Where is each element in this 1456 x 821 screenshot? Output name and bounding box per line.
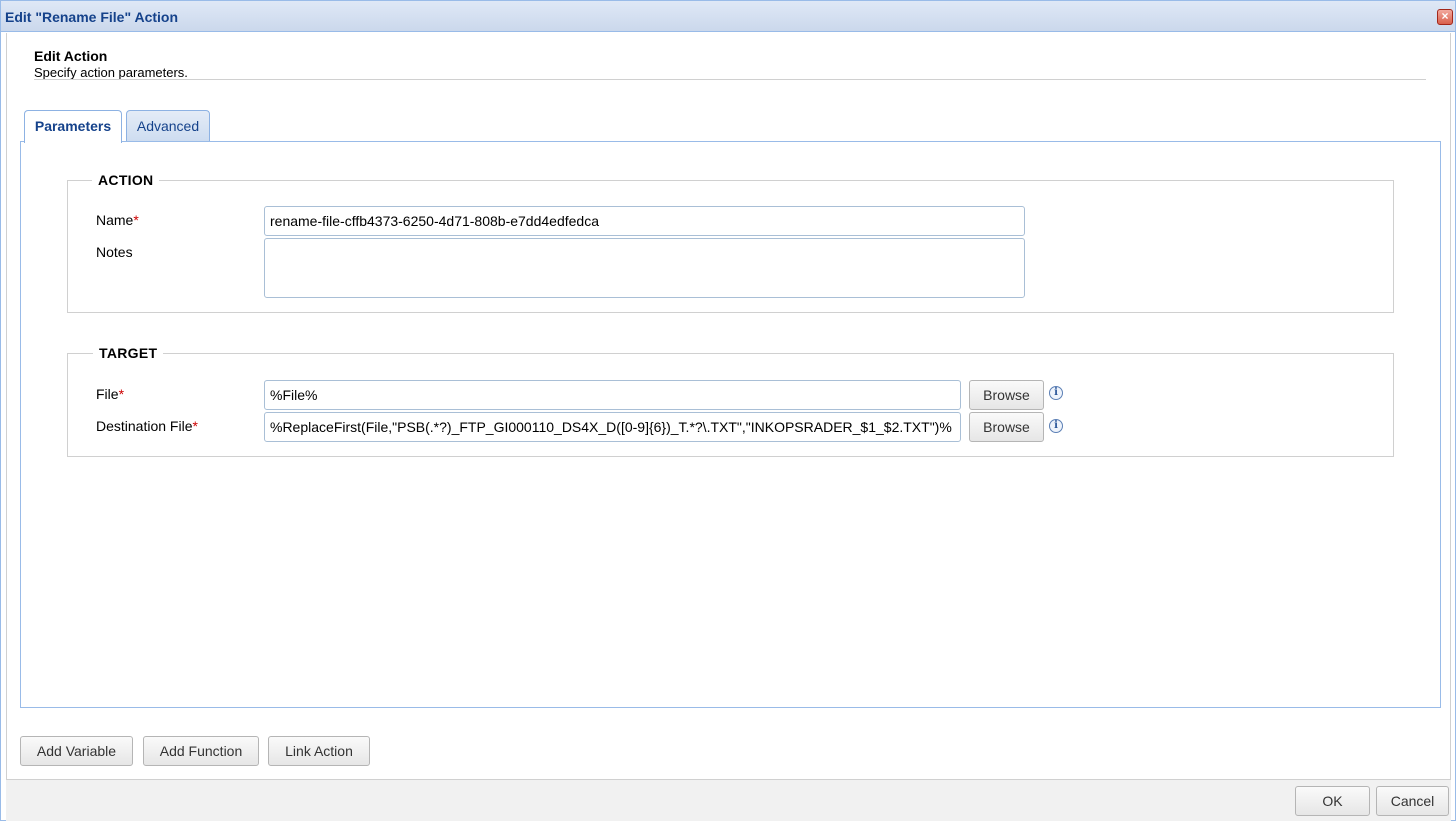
required-marker: * <box>118 386 125 402</box>
dialog-footer <box>6 779 1451 821</box>
name-label-text: Name <box>96 212 134 228</box>
notes-label: Notes <box>96 244 133 260</box>
add-function-button[interactable]: Add Function <box>143 736 259 766</box>
section-subtitle: Specify action parameters. <box>34 65 188 80</box>
file-input[interactable] <box>264 380 961 410</box>
destination-file-label-text: Destination File <box>96 418 193 434</box>
section-title: Edit Action <box>34 48 108 64</box>
file-label-text: File <box>96 386 119 402</box>
destination-file-label: Destination File* <box>96 418 198 434</box>
dialog-titlebar[interactable]: Edit "Rename File" Action × <box>1 1 1455 32</box>
ok-button[interactable]: OK <box>1295 786 1370 816</box>
action-legend: ACTION <box>92 172 160 188</box>
add-variable-button[interactable]: Add Variable <box>20 736 133 766</box>
destination-file-input[interactable] <box>264 412 961 442</box>
tab-parameters[interactable]: Parameters <box>24 110 122 143</box>
required-marker: * <box>133 212 139 228</box>
required-marker: * <box>192 418 198 434</box>
link-action-button[interactable]: Link Action <box>268 736 370 766</box>
cancel-button[interactable]: Cancel <box>1376 786 1449 816</box>
browse-file-button[interactable]: Browse <box>969 380 1044 410</box>
header-divider <box>34 79 1426 80</box>
info-icon[interactable]: i <box>1049 386 1063 400</box>
dialog-title: Edit "Rename File" Action <box>5 9 179 25</box>
info-icon[interactable]: i <box>1049 419 1063 433</box>
close-icon[interactable]: × <box>1437 9 1453 25</box>
tab-advanced[interactable]: Advanced <box>126 110 210 142</box>
browse-destination-button[interactable]: Browse <box>969 412 1044 442</box>
file-label: File* <box>96 386 124 402</box>
notes-textarea[interactable] <box>264 238 1025 298</box>
edit-action-dialog: Edit "Rename File" Action × Edit Action … <box>0 0 1456 821</box>
name-label: Name* <box>96 212 139 228</box>
target-legend: TARGET <box>93 345 164 361</box>
name-input[interactable] <box>264 206 1025 236</box>
